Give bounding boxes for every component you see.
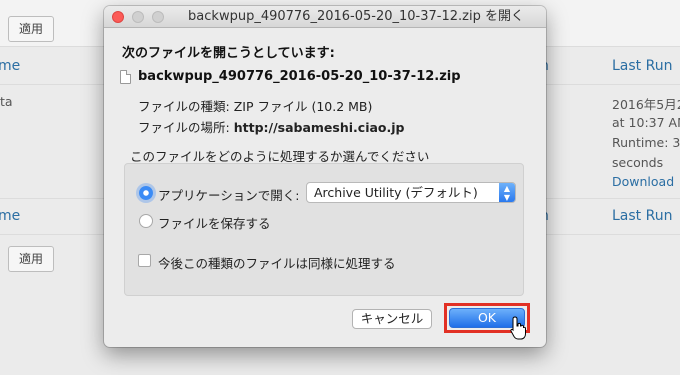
zoom-window-icon (152, 11, 164, 23)
cancel-button[interactable]: キャンセル (352, 309, 432, 329)
apply-button-bottom[interactable]: 適用 (8, 246, 55, 272)
row-fragment: ta (0, 94, 13, 109)
file-location-value: http://sabameshi.ciao.jp (233, 120, 405, 135)
title-bar[interactable]: backwpup_490776_2016-05-20_10-37-12.zip … (104, 6, 546, 28)
open-file-dialog: backwpup_490776_2016-05-20_10-37-12.zip … (104, 6, 546, 347)
save-file-label[interactable]: ファイルを保存する (158, 213, 271, 232)
close-window-icon[interactable] (112, 11, 124, 23)
remember-choice-label[interactable]: 今後この種類のファイルは同様に処理する (158, 253, 396, 272)
application-select[interactable]: Archive Utility (デフォルト) ▲ ▼ (306, 182, 516, 203)
open-with-radio[interactable] (139, 186, 153, 200)
pointer-cursor-icon (510, 316, 526, 340)
dialog-title: backwpup_490776_2016-05-20_10-37-12.zip … (188, 9, 524, 24)
column-footer-name[interactable]: me (0, 208, 20, 224)
download-link[interactable]: Download (612, 174, 674, 189)
minimize-window-icon (132, 11, 144, 23)
last-run-time: at 10:37 AM (612, 115, 680, 130)
dialog-heading: 次のファイルを開こうとしています: (122, 46, 335, 61)
column-header-name[interactable]: me (0, 58, 20, 74)
save-file-radio[interactable] (139, 214, 153, 228)
application-select-value: Archive Utility (デフォルト) (314, 185, 478, 200)
file-icon (120, 70, 131, 84)
seconds-text: seconds (612, 155, 664, 170)
last-run-date: 2016年5月2 (612, 97, 680, 112)
file-type-label: ファイルの種類: (138, 99, 230, 114)
file-location-label: ファイルの場所: (138, 120, 230, 135)
remember-choice-checkbox[interactable] (138, 254, 151, 267)
file-location-row: ファイルの場所: http://sabameshi.ciao.jp (138, 117, 404, 136)
file-type-row: ファイルの種類: ZIP ファイル (10.2 MB) (138, 96, 372, 115)
column-footer-last-run[interactable]: Last Run (612, 208, 672, 224)
file-type-value: ZIP ファイル (10.2 MB) (233, 99, 373, 114)
runtime-text: Runtime: 3 (612, 135, 680, 150)
apply-button-top[interactable]: 適用 (8, 16, 55, 42)
open-with-label[interactable]: アプリケーションで開く: (158, 185, 299, 204)
file-name: backwpup_490776_2016-05-20_10-37-12.zip (138, 69, 461, 84)
column-header-last-run[interactable]: Last Run (612, 58, 672, 74)
chevron-up-down-icon: ▲ ▼ (499, 183, 515, 202)
